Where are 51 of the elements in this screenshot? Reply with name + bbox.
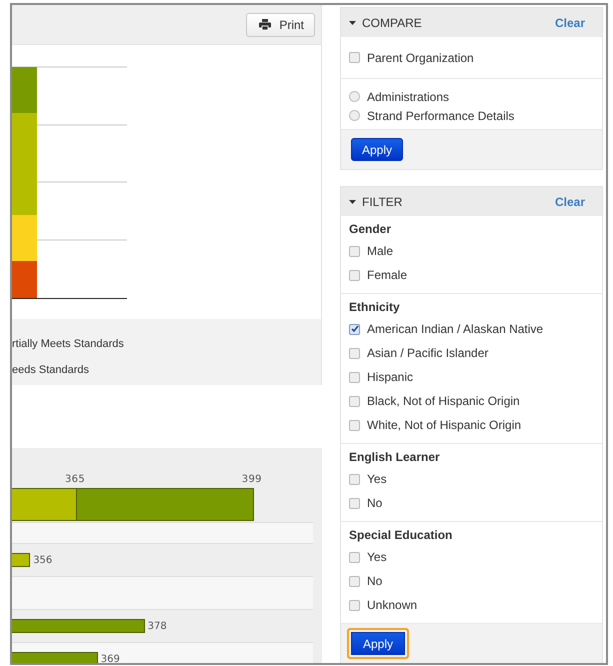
checkbox[interactable] — [349, 270, 360, 280]
checkbox[interactable] — [349, 324, 360, 334]
option-label: Yes — [367, 472, 387, 486]
option-label: Hispanic — [367, 370, 414, 384]
option-label: No — [367, 574, 382, 588]
checkbox[interactable] — [349, 576, 360, 586]
score-label: 369 — [100, 654, 120, 663]
print-button[interactable]: Print — [246, 12, 315, 36]
panel-title[interactable]: FILTER — [349, 194, 402, 208]
checkbox[interactable] — [349, 372, 360, 382]
checkbox[interactable] — [349, 420, 360, 430]
checkbox[interactable] — [349, 52, 360, 63]
option-label: American Indian / Alaskan Native — [367, 322, 544, 336]
option-label: Strand Performance Details — [367, 108, 514, 122]
legend-label: rtially Meets Standards — [12, 337, 125, 351]
score-label: 356 — [33, 554, 52, 566]
score-label: 378 — [148, 620, 167, 632]
score-label: 365 — [65, 474, 85, 485]
checkbox[interactable] — [349, 396, 360, 406]
group-heading: Ethnicity — [349, 300, 401, 316]
group-heading: Special Education — [349, 528, 454, 544]
apply-button[interactable]: Apply — [351, 138, 404, 161]
option-label: No — [367, 496, 382, 510]
checkbox[interactable] — [349, 348, 360, 358]
checkbox[interactable] — [349, 600, 360, 610]
checkbox[interactable] — [349, 474, 360, 484]
option-label: Parent Organization — [367, 50, 474, 64]
printer-icon — [259, 19, 272, 30]
legend-label: eeds Standards — [12, 363, 90, 377]
clear-link[interactable]: Clear — [554, 16, 585, 30]
group-heading: Gender — [349, 222, 392, 238]
clear-link[interactable]: Clear — [554, 194, 585, 208]
apply-button[interactable]: Apply — [347, 628, 410, 659]
option-label: Yes — [367, 550, 387, 564]
option-label: Female — [367, 268, 408, 282]
radio-button[interactable] — [349, 91, 360, 102]
checkbox[interactable] — [349, 246, 360, 256]
caret-icon — [349, 20, 356, 24]
panel-title[interactable]: COMPARE — [349, 16, 422, 30]
caret-icon — [349, 200, 356, 204]
score-label: 399 — [242, 474, 262, 485]
checkbox[interactable] — [349, 498, 360, 508]
group-heading: English Learner — [349, 450, 441, 466]
option-label: Asian / Pacific Islander — [367, 346, 488, 360]
option-label: Administrations — [367, 90, 450, 104]
option-label: Unknown — [367, 598, 418, 612]
radio-button[interactable] — [349, 110, 360, 121]
checkbox[interactable] — [349, 552, 360, 562]
option-label: Male — [367, 244, 394, 258]
option-label: White, Not of Hispanic Origin — [367, 418, 522, 432]
option-label: Black, Not of Hispanic Origin — [367, 394, 520, 408]
